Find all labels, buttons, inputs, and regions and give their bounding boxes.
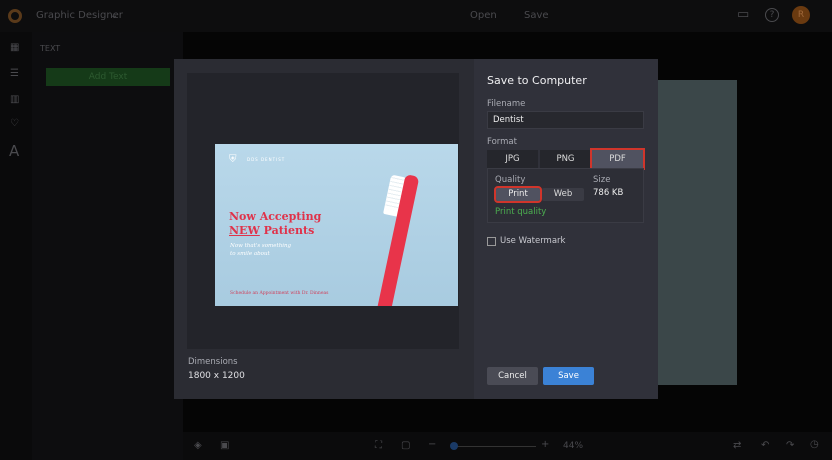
card-subtitle-1: Now that's something <box>230 243 292 249</box>
fit-icon[interactable]: ⛶ <box>375 440 382 451</box>
panel-title: TEXT <box>40 44 61 53</box>
pages-icon[interactable]: ▣ <box>220 440 229 451</box>
help-icon[interactable]: ? <box>765 8 779 22</box>
open-menu[interactable]: Open <box>470 10 497 21</box>
save-button[interactable]: Save <box>543 367 594 385</box>
cancel-button[interactable]: Cancel <box>487 367 538 385</box>
undo-icon[interactable]: ↶ <box>761 440 769 451</box>
card-headline-new: NEW <box>229 224 260 237</box>
zoom-slider[interactable] <box>451 446 536 447</box>
swap-icon[interactable]: ⇄ <box>733 440 741 451</box>
add-text-button[interactable]: Add Text <box>46 68 170 86</box>
preview-area: ⛨ DDS DENTIST Now Accepting NEW Patients… <box>187 73 459 349</box>
title-chevron-icon[interactable]: ⌄ <box>110 10 118 21</box>
format-jpg[interactable]: JPG <box>487 150 538 168</box>
filename-label: Filename <box>487 99 526 109</box>
card-subtitle-2: to smile about <box>230 251 270 257</box>
quality-box: Quality Print Web Print quality Size 786… <box>487 168 644 223</box>
dimensions-label: Dimensions <box>188 357 238 367</box>
card-headline-1: Now Accepting <box>229 210 322 223</box>
quality-web[interactable]: Web <box>542 188 584 201</box>
text-icon[interactable]: A <box>9 142 19 160</box>
save-menu[interactable]: Save <box>524 10 549 21</box>
card-headline-2: Patients <box>259 224 315 237</box>
format-pdf[interactable]: PDF <box>590 148 645 170</box>
text-panel: TEXT <box>32 32 183 460</box>
card-footer: Schedule an Appointment with Dr. Dinneas <box>230 291 329 296</box>
layers-icon[interactable]: ◈ <box>194 440 202 451</box>
top-bar: Graphic Designer ⌄ Open Save ▭ ? R <box>0 0 832 32</box>
size-value: 786 KB <box>593 188 624 198</box>
watermark-checkbox[interactable] <box>487 237 496 246</box>
zoom-out-button[interactable]: − <box>428 439 436 450</box>
size-label: Size <box>593 175 611 185</box>
zoom-slider-handle[interactable] <box>450 442 458 450</box>
images-icon[interactable]: ▥ <box>10 94 19 105</box>
tool-rail: ▦ ☰ ▥ ♡ A <box>0 32 32 460</box>
save-options-panel: Save to Computer Filename Dentist Format… <box>474 59 658 399</box>
bottom-toolbar: ◈ ▣ ⛶ ▢ − + 44% ⇄ ↶ ↷ ◷ <box>183 432 832 460</box>
format-label: Format <box>487 137 517 147</box>
dialog-title: Save to Computer <box>487 74 587 87</box>
app-logo[interactable] <box>8 9 22 23</box>
templates-icon[interactable]: ▦ <box>10 42 19 53</box>
quality-print[interactable]: Print <box>494 186 542 203</box>
layout-icon[interactable]: ☰ <box>10 68 19 79</box>
save-dialog: ⛨ DDS DENTIST Now Accepting NEW Patients… <box>174 59 658 399</box>
design-preview: ⛨ DDS DENTIST Now Accepting NEW Patients… <box>215 144 458 306</box>
watermark-label[interactable]: Use Watermark <box>500 236 565 246</box>
avatar[interactable]: R <box>792 6 810 24</box>
logo-icon: ⛨ <box>229 154 237 165</box>
quality-note: Print quality <box>495 207 547 217</box>
filename-input[interactable]: Dentist <box>487 111 644 129</box>
graphics-icon[interactable]: ♡ <box>10 118 19 129</box>
actual-size-icon[interactable]: ▢ <box>401 440 410 451</box>
quality-label: Quality <box>495 175 526 185</box>
canvas-page <box>658 80 737 385</box>
comments-icon[interactable]: ▭ <box>737 7 749 22</box>
history-icon[interactable]: ◷ <box>810 439 819 450</box>
format-png[interactable]: PNG <box>540 150 591 168</box>
redo-icon[interactable]: ↷ <box>786 440 794 451</box>
zoom-in-button[interactable]: + <box>541 439 549 450</box>
dimensions-value: 1800 x 1200 <box>188 371 245 381</box>
card-logo-text: DDS DENTIST <box>247 157 286 162</box>
zoom-level: 44% <box>563 441 584 451</box>
